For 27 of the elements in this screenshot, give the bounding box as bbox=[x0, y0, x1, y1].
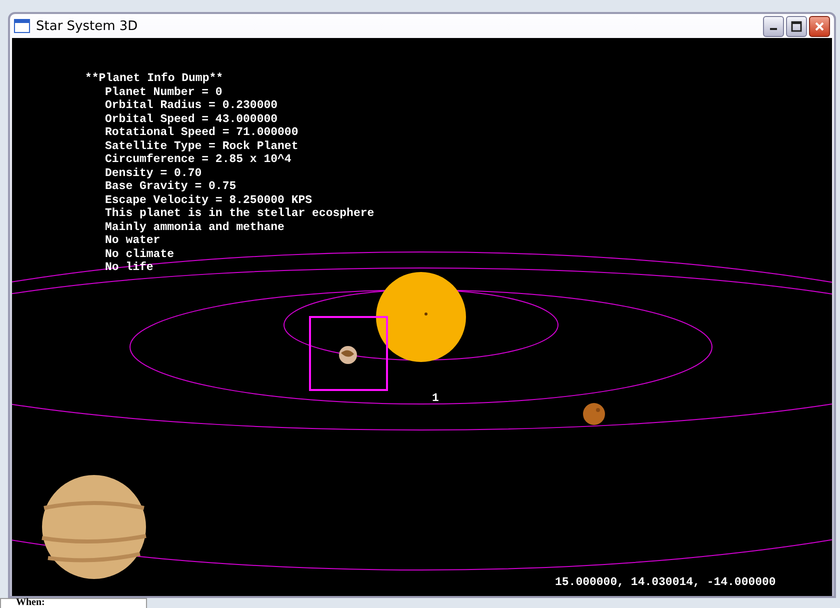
info-line: Base Gravity = 0.75 bbox=[104, 180, 238, 194]
camera-coordinates: 15.000000, 14.030014, -14.000000 bbox=[555, 576, 776, 589]
info-line: Density = 0.70 bbox=[104, 166, 203, 180]
window-icon bbox=[14, 19, 30, 33]
window-title: Star System 3D bbox=[36, 18, 139, 34]
maximize-icon bbox=[791, 20, 802, 32]
info-line: Escape Velocity = 8.250000 KPS bbox=[104, 194, 314, 207]
info-line: Circumference = 2.85 x 10^4 bbox=[104, 153, 292, 166]
background-label: When: bbox=[16, 597, 45, 608]
minimize-icon bbox=[770, 28, 777, 30]
info-title: **Planet Info Dump** bbox=[85, 72, 224, 86]
info-line: Orbital Radius = 0.230000 bbox=[104, 99, 279, 112]
planet-drawing bbox=[583, 403, 605, 425]
info-line: Mainly ammonia and methane bbox=[104, 220, 286, 234]
info-line: Planet Number = 0 bbox=[104, 86, 224, 99]
planet-label: 1 bbox=[432, 392, 439, 405]
info-line: No climate bbox=[104, 248, 176, 261]
planet-drawing bbox=[339, 346, 357, 364]
info-line: This planet is in the stellar ecosphere bbox=[104, 207, 374, 220]
info-line: Rotational Speed = 71.000000 bbox=[104, 126, 300, 140]
info-line: Orbital Speed = 43.000000 bbox=[104, 112, 279, 126]
maximize-button[interactable] bbox=[786, 16, 807, 36]
minimize-button[interactable] bbox=[763, 16, 784, 36]
close-icon bbox=[814, 20, 825, 32]
info-line: Satellite Type = Rock Planet bbox=[104, 140, 300, 153]
close-button[interactable] bbox=[809, 16, 830, 36]
info-line: No water bbox=[104, 234, 162, 248]
